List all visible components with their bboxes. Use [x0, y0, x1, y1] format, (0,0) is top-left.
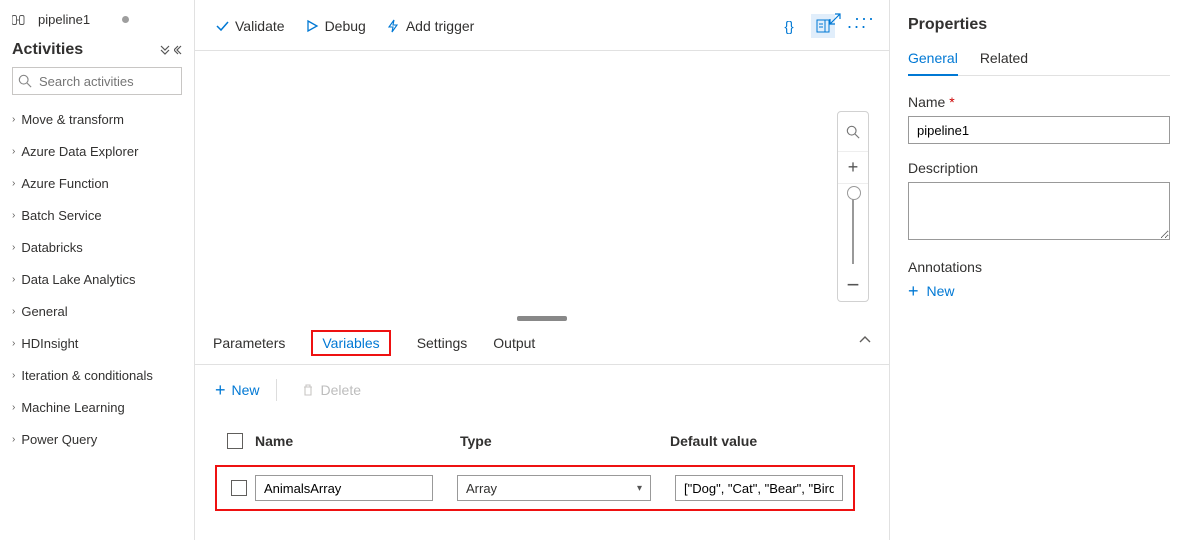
pipeline-canvas[interactable]: + −: [195, 51, 889, 321]
col-header-default: Default value: [670, 433, 850, 449]
search-icon: [18, 74, 32, 88]
pipeline-tab[interactable]: pipeline1: [12, 8, 182, 37]
variables-panel: + New Delete Name Type Default value: [195, 365, 889, 531]
expand-icon[interactable]: [828, 12, 842, 26]
activities-title: Activities: [12, 41, 83, 59]
description-label: Description: [908, 160, 1170, 176]
variable-type-select[interactable]: Array ▾: [457, 475, 651, 501]
variable-name-input[interactable]: [255, 475, 433, 501]
search-activities-input[interactable]: [12, 67, 182, 95]
zoom-out-button[interactable]: −: [838, 269, 868, 301]
activity-category[interactable]: ›Machine Learning: [12, 391, 182, 423]
canvas-search-button[interactable]: [838, 112, 868, 152]
activity-category[interactable]: ›Power Query: [12, 423, 182, 455]
trash-icon: [301, 383, 315, 397]
activity-category[interactable]: ›General: [12, 295, 182, 327]
code-view-button[interactable]: {}: [777, 14, 801, 38]
tab-output[interactable]: Output: [493, 321, 535, 364]
variable-row: Array ▾: [215, 465, 855, 511]
check-icon: [215, 19, 229, 33]
properties-tab-general[interactable]: General: [908, 50, 958, 76]
zoom-in-button[interactable]: +: [838, 152, 868, 184]
variables-table-header: Name Type Default value: [215, 427, 869, 455]
new-variable-button[interactable]: + New: [215, 382, 260, 398]
annotations-label: Annotations: [908, 259, 1170, 275]
row-checkbox[interactable]: [231, 480, 247, 496]
tab-settings[interactable]: Settings: [417, 321, 468, 364]
activity-category[interactable]: ›HDInsight: [12, 327, 182, 359]
pipeline-toolbar: Validate Debug Add trigger {} ···: [195, 0, 889, 51]
main-panel: ··· Validate Debug Add trigger {} ···: [195, 0, 890, 540]
collapse-activities[interactable]: [160, 45, 182, 55]
variable-default-input[interactable]: [675, 475, 843, 501]
name-label: Name: [908, 94, 1170, 110]
add-trigger-button[interactable]: Add trigger: [386, 18, 474, 34]
col-header-type: Type: [460, 433, 670, 449]
zoom-slider[interactable]: [852, 189, 854, 264]
debug-button[interactable]: Debug: [305, 18, 366, 34]
lightning-icon: [386, 19, 400, 33]
activity-category[interactable]: ›Iteration & conditionals: [12, 359, 182, 391]
activity-category[interactable]: ›Move & transform: [12, 103, 182, 135]
activity-category[interactable]: ›Azure Function: [12, 167, 182, 199]
pipeline-name: pipeline1: [38, 12, 90, 27]
collapse-panel-button[interactable]: [859, 335, 871, 343]
more-icon[interactable]: ···: [854, 8, 875, 29]
delete-variable-button: Delete: [301, 382, 361, 398]
tab-variables[interactable]: Variables: [311, 330, 390, 356]
tab-parameters[interactable]: Parameters: [213, 321, 285, 364]
activity-category[interactable]: ›Azure Data Explorer: [12, 135, 182, 167]
config-tabs: Parameters Variables Settings Output: [195, 321, 889, 365]
activity-category[interactable]: ›Batch Service: [12, 199, 182, 231]
play-icon: [305, 19, 319, 33]
validate-button[interactable]: Validate: [215, 18, 285, 34]
chevron-down-icon: ▾: [637, 483, 642, 494]
pipeline-icon: [12, 13, 30, 27]
properties-panel: Properties General Related Name Descript…: [890, 0, 1188, 540]
new-annotation-button[interactable]: + New: [908, 283, 1170, 299]
properties-title: Properties: [908, 16, 1170, 34]
activity-category[interactable]: ›Data Lake Analytics: [12, 263, 182, 295]
col-header-name: Name: [255, 433, 460, 449]
chevron-double-down-icon: [160, 45, 170, 55]
pipeline-name-input[interactable]: [908, 116, 1170, 144]
activities-sidebar: pipeline1 Activities ›Move & transform ›…: [0, 0, 195, 540]
properties-tab-related[interactable]: Related: [980, 50, 1028, 75]
unsaved-indicator: [122, 16, 129, 23]
select-all-checkbox[interactable]: [227, 433, 243, 449]
activity-category[interactable]: ›Databricks: [12, 231, 182, 263]
activities-list: ›Move & transform ›Azure Data Explorer ›…: [12, 103, 182, 455]
chevron-double-left-icon: [174, 45, 182, 55]
canvas-zoom-controls: + −: [837, 111, 869, 302]
description-textarea[interactable]: [908, 182, 1170, 240]
